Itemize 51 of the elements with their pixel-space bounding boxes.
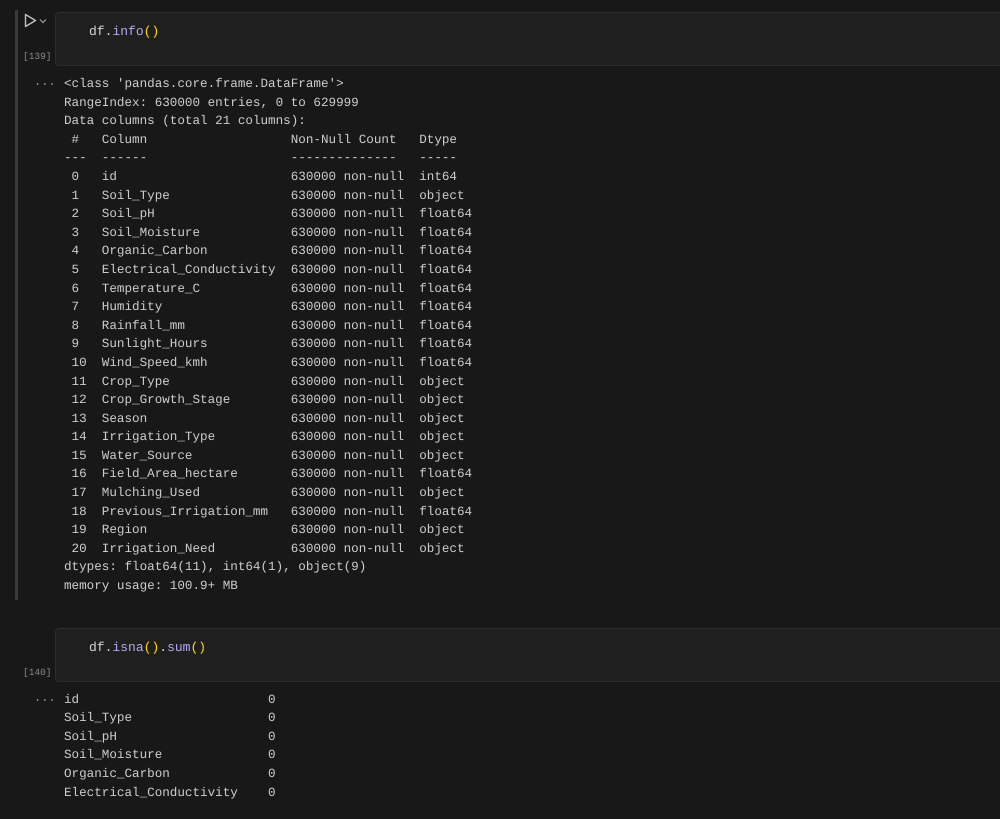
series-value: 0: [268, 710, 276, 728]
series-value: 0: [268, 747, 276, 764]
output-line: 13 Season 630000 non-null object: [70, 410, 466, 428]
code-cell[interactable]: df.isna().sum(): [55, 628, 1000, 682]
run-cell-button[interactable]: [24, 13, 47, 28]
code-cell[interactable]: df.info(): [55, 12, 1000, 66]
output-line: 4 Organic_Carbon 630000 non-null float64: [70, 243, 472, 260]
output-menu-dots[interactable]: ...: [34, 690, 56, 705]
output-line: 19 Region 630000 non-null object: [70, 522, 466, 540]
output-line: 9 Sunlight_Hours 630000 non-null float64: [70, 336, 472, 354]
output-line: RangeIndex: 630000 entries, 0 to 629999: [64, 94, 359, 112]
series-label: Soil_Moisture: [64, 747, 162, 764]
chevron-down-icon: [39, 18, 47, 24]
series-label: Soil_pH: [64, 728, 117, 746]
series-label: Organic_Carbon: [64, 766, 170, 783]
series-value: 0: [268, 766, 276, 783]
series-label: Electrical_Conductivity: [64, 784, 238, 802]
output-line: 10 Wind_Speed_kmh 630000 non-null float64: [70, 354, 472, 372]
series-value: 0: [268, 784, 276, 802]
play-icon: [24, 13, 37, 28]
code-line: df.info(): [89, 24, 160, 39]
output-line: 17 Mulching_Used 630000 non-null object: [70, 485, 466, 502]
output-line: 14 Irrigation_Type 630000 non-null object: [70, 429, 466, 446]
output-line: 2 Soil_pH 630000 non-null float64: [70, 206, 472, 224]
series-label: Soil_Type: [64, 710, 132, 728]
output-line: 6 Temperature_C 630000 non-null float64: [70, 280, 472, 298]
output-line: 7 Humidity 630000 non-null float64: [70, 299, 472, 316]
execution-count: [139]: [23, 51, 52, 62]
execution-count: [140]: [23, 666, 52, 678]
output-line: 8 Rainfall_mm 630000 non-null float64: [70, 318, 472, 335]
output-line: 20 Irrigation_Need 630000 non-null object: [70, 540, 466, 558]
output-line: # Column Non-Null Count Dtype: [70, 132, 458, 149]
output-line: Data columns (total 21 columns):: [64, 113, 306, 130]
code-line: df.isna().sum(): [89, 640, 206, 655]
series-value: 0: [268, 728, 276, 746]
output-line: <class 'pandas.core.frame.DataFrame'>: [64, 76, 344, 93]
output-line: 12 Crop_Growth_Stage 630000 non-null object: [70, 392, 466, 410]
output-line: 3 Soil_Moisture 630000 non-null float64: [70, 224, 472, 242]
series-value: 0: [268, 692, 276, 709]
output-line: --- ------ -------------- -----: [64, 150, 458, 168]
output-line: 18 Previous_Irrigation_mm 630000 non-null float64: [70, 504, 472, 521]
output-line: 0 id 630000 non-null int64: [70, 168, 458, 186]
output-line: 1 Soil_Type 630000 non-null object: [70, 188, 466, 205]
output-line: 11 Crop_Type 630000 non-null object: [70, 374, 466, 390]
output-menu-dots[interactable]: ...: [34, 75, 56, 89]
output-line: memory usage: 100.9+ MB: [64, 578, 238, 596]
series-label: id: [64, 692, 80, 709]
output-line: 5 Electrical_Conductivity 630000 non-null float64: [70, 262, 472, 279]
output-line: 16 Field_Area_hectare 630000 non-null float64: [70, 466, 472, 484]
output-line: dtypes: float64(11), int64(1), object(9): [64, 559, 366, 576]
output-line: 15 Water_Source 630000 non-null object: [70, 448, 466, 465]
